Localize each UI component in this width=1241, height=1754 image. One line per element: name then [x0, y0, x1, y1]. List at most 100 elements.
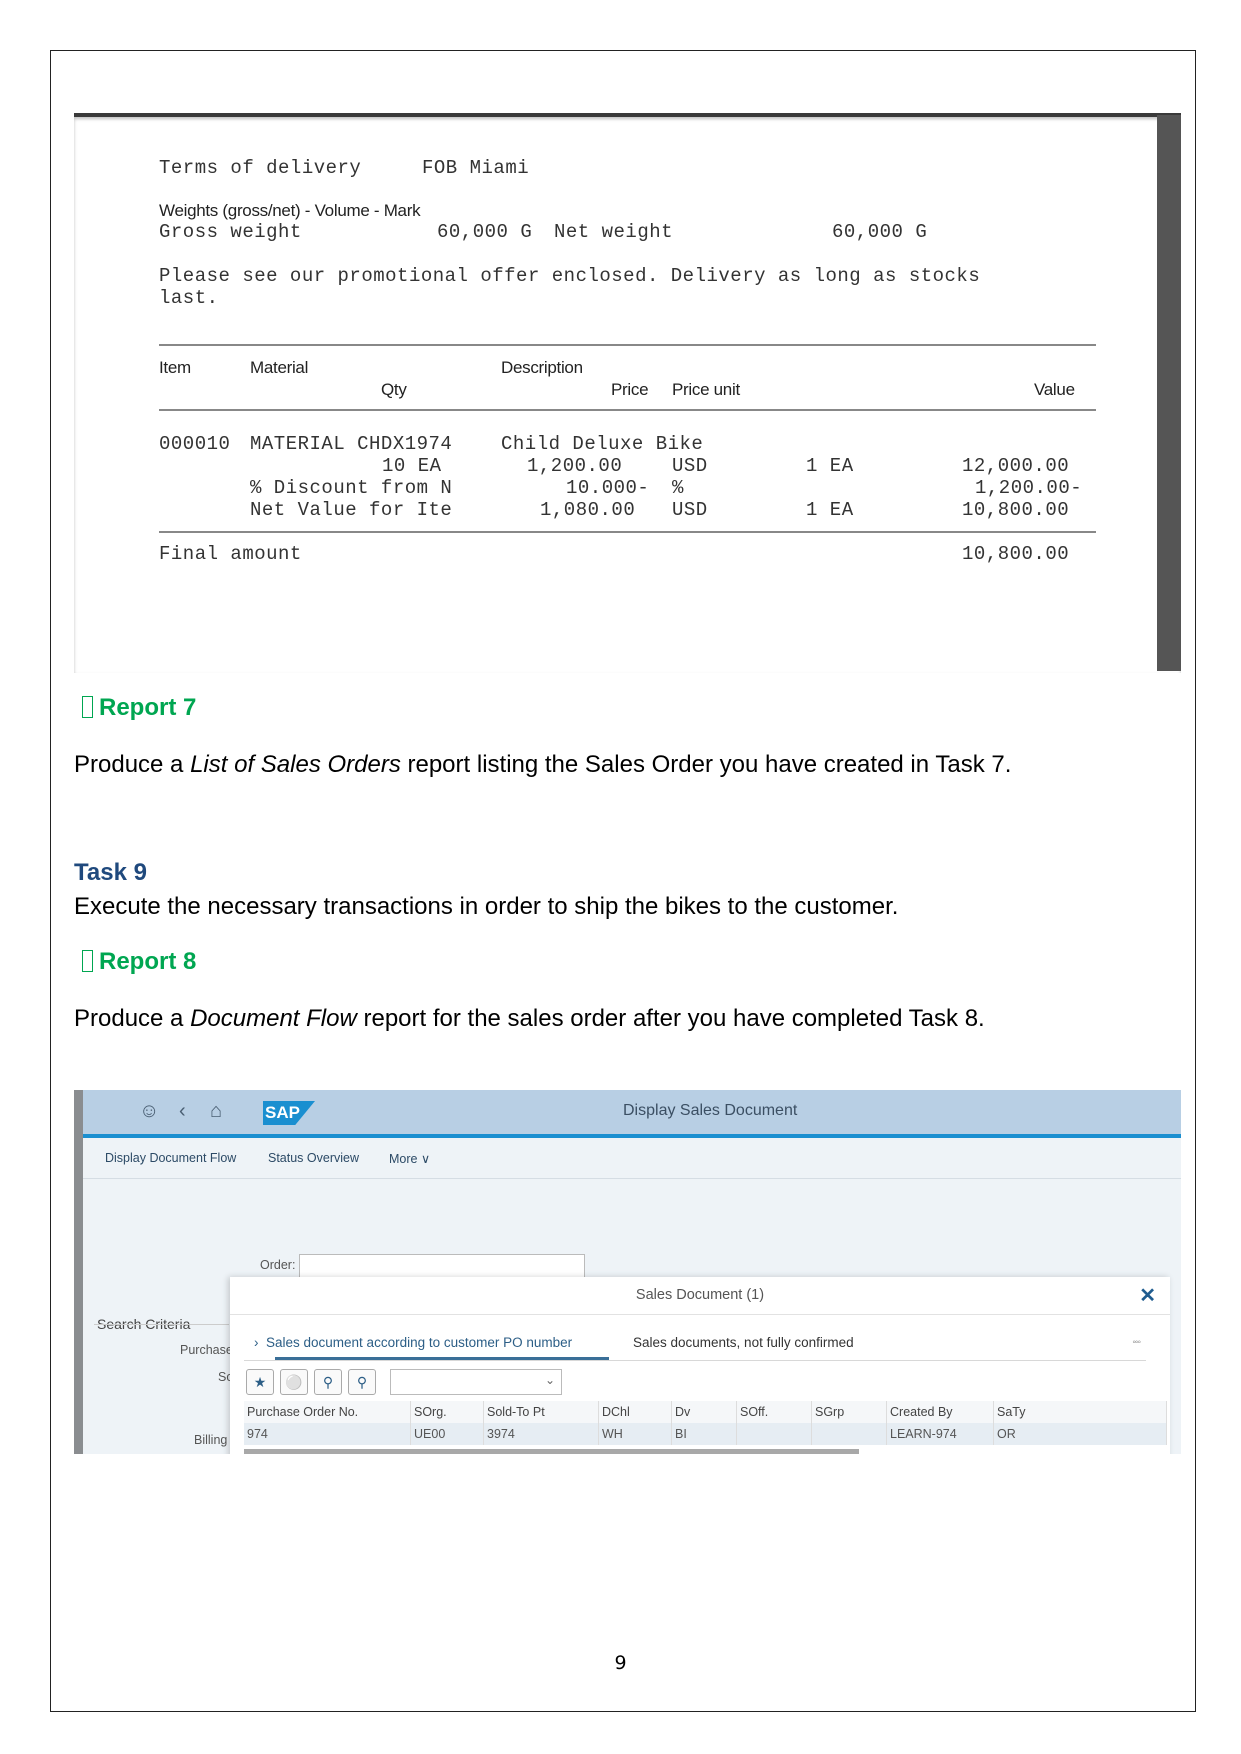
discount-amount: 10.000- — [566, 477, 650, 499]
weights-header: Weights (gross/net) - Volume - Mark — [159, 201, 421, 220]
horizontal-scrollbar[interactable] — [244, 1449, 859, 1454]
invoice-screenshot: Terms of delivery FOB Miami Weights (gro… — [74, 113, 1181, 673]
col-header[interactable]: Purchase Order No. — [244, 1401, 411, 1423]
cell-sales-type: OR — [993, 1423, 1167, 1445]
report-8-text: Produce a Document Flow report for the s… — [74, 1005, 985, 1032]
more-menu-button[interactable]: More ∨ — [389, 1151, 430, 1166]
home-icon[interactable]: ⌂ — [210, 1100, 222, 1123]
col-item: Item — [159, 358, 191, 377]
search-add-icon[interactable]: ⚲ — [348, 1369, 376, 1395]
net-value-value: 10,800.00 — [962, 499, 1070, 521]
cell-po-number: 974 — [244, 1423, 411, 1445]
item-description: Child Deluxe Bike — [501, 433, 704, 455]
item-currency: USD — [672, 455, 708, 477]
col-description: Description — [501, 358, 583, 377]
col-header[interactable]: Dv — [671, 1401, 737, 1423]
col-value: Value — [1034, 380, 1075, 399]
variant-select[interactable]: ⌄ — [390, 1369, 562, 1395]
col-header[interactable]: Sold-To Pt — [483, 1401, 599, 1423]
final-amount-label: Final amount — [159, 543, 302, 565]
divider — [159, 344, 1096, 346]
item-qty: 10 EA — [382, 455, 442, 477]
net-value-currency: USD — [672, 499, 708, 521]
divider — [159, 409, 1096, 411]
sales-document-dialog: Sales Document (1) ✕ › Sales document ac… — [230, 1277, 1170, 1454]
user-icon[interactable]: ☺ — [139, 1100, 159, 1123]
cell-sales-org: UE00 — [410, 1423, 484, 1445]
discount-unit: % — [672, 477, 684, 499]
divider — [159, 531, 1096, 533]
report-7-heading: Report 7 — [82, 694, 196, 722]
order-label: Order: — [260, 1258, 296, 1272]
help-icon[interactable]: ⚪ — [280, 1369, 308, 1395]
invoice-scrollbar[interactable] — [1157, 115, 1181, 671]
purchase-label: Purchase — [180, 1343, 233, 1357]
item-per: 1 EA — [806, 455, 854, 477]
net-weight-label: Net weight — [554, 221, 674, 243]
chevron-down-icon: ⌄ — [544, 1373, 555, 1387]
item-price: 1,200.00 — [527, 455, 623, 477]
overflow-icon[interactable]: ◦◦◦ — [1132, 1337, 1141, 1348]
table-row[interactable]: 974 UE00 3974 WH BI LEARN-974 OR — [244, 1423, 1167, 1445]
chevron-right-icon: › — [254, 1335, 266, 1350]
col-header[interactable]: DChl — [598, 1401, 672, 1423]
report-8-title: Report 8 — [99, 948, 197, 975]
col-header[interactable]: SGrp — [811, 1401, 887, 1423]
col-header[interactable]: SaTy — [993, 1401, 1167, 1423]
col-header[interactable]: Created By — [886, 1401, 994, 1423]
app-toolbar: Display Document Flow Status Overview Mo… — [83, 1138, 1181, 1179]
sap-screenshot: ☺ ‹ ⌂ SAP Display Sales Document Display… — [74, 1090, 1181, 1454]
tab-po-number[interactable]: › Sales document according to customer P… — [254, 1335, 572, 1350]
status-overview-button[interactable]: Status Overview — [268, 1151, 359, 1165]
cell-sales-office — [736, 1423, 812, 1445]
report-7-title: Report 7 — [99, 694, 197, 721]
divider — [230, 1314, 1170, 1315]
cell-created-by: LEARN-974 — [886, 1423, 994, 1445]
item-number: 000010 — [159, 433, 231, 455]
left-border — [74, 1090, 83, 1454]
report-8-heading: Report 8 — [82, 948, 196, 976]
checkbox-icon — [82, 950, 93, 972]
net-value-per: 1 EA — [806, 499, 854, 521]
add-favorite-icon[interactable]: ★ — [246, 1369, 274, 1395]
discount-value: 1,200.00- — [975, 477, 1083, 499]
report-name: Document Flow — [190, 1005, 357, 1032]
results-table: Purchase Order No. SOrg. Sold-To Pt DChl… — [244, 1401, 1167, 1445]
app-title: Display Sales Document — [623, 1102, 798, 1119]
gross-weight-value: 60,000 G — [437, 221, 533, 243]
col-header[interactable]: SOrg. — [410, 1401, 484, 1423]
col-qty: Qty — [381, 380, 407, 399]
display-document-flow-button[interactable]: Display Document Flow — [105, 1151, 236, 1165]
cell-sales-group — [811, 1423, 887, 1445]
search-icon[interactable]: ⚲ — [314, 1369, 342, 1395]
item-material: MATERIAL CHDX1974 — [250, 433, 453, 455]
tab-not-fully-confirmed[interactable]: Sales documents, not fully confirmed — [633, 1335, 854, 1350]
col-price-unit: Price unit — [672, 380, 740, 399]
shell-bar: ☺ ‹ ⌂ SAP Display Sales Document — [83, 1090, 1181, 1138]
col-header[interactable]: SOff. — [736, 1401, 812, 1423]
back-icon[interactable]: ‹ — [179, 1100, 186, 1123]
discount-label: % Discount from N — [250, 477, 453, 499]
report-7-text: Produce a List of Sales Orders report li… — [74, 751, 1012, 778]
page-number: 9 — [614, 1652, 627, 1674]
cell-dist-channel: WH — [598, 1423, 672, 1445]
divider — [244, 1360, 1146, 1361]
table-header-row: Purchase Order No. SOrg. Sold-To Pt DChl… — [244, 1401, 1167, 1423]
cell-sold-to: 3974 — [483, 1423, 599, 1445]
terms-value: FOB Miami — [422, 157, 530, 179]
sap-logo[interactable]: SAP — [263, 1101, 315, 1125]
checkbox-icon — [82, 696, 93, 718]
close-icon[interactable]: ✕ — [1139, 1283, 1156, 1308]
divider — [94, 1324, 229, 1325]
billing-label: Billing — [194, 1433, 228, 1447]
item-value: 12,000.00 — [962, 455, 1070, 477]
task-9-text: Execute the necessary transactions in or… — [74, 893, 899, 920]
promo-line-1: Please see our promotional offer enclose… — [159, 265, 981, 287]
net-weight-value: 60,000 G — [832, 221, 928, 243]
col-price: Price — [611, 380, 649, 399]
task-9-heading: Task 9 — [74, 859, 147, 886]
final-amount-value: 10,800.00 — [962, 543, 1070, 565]
dialog-title: Sales Document (1) — [635, 1287, 765, 1303]
cell-division: BI — [671, 1423, 737, 1445]
report-name: List of Sales Orders — [190, 751, 401, 778]
